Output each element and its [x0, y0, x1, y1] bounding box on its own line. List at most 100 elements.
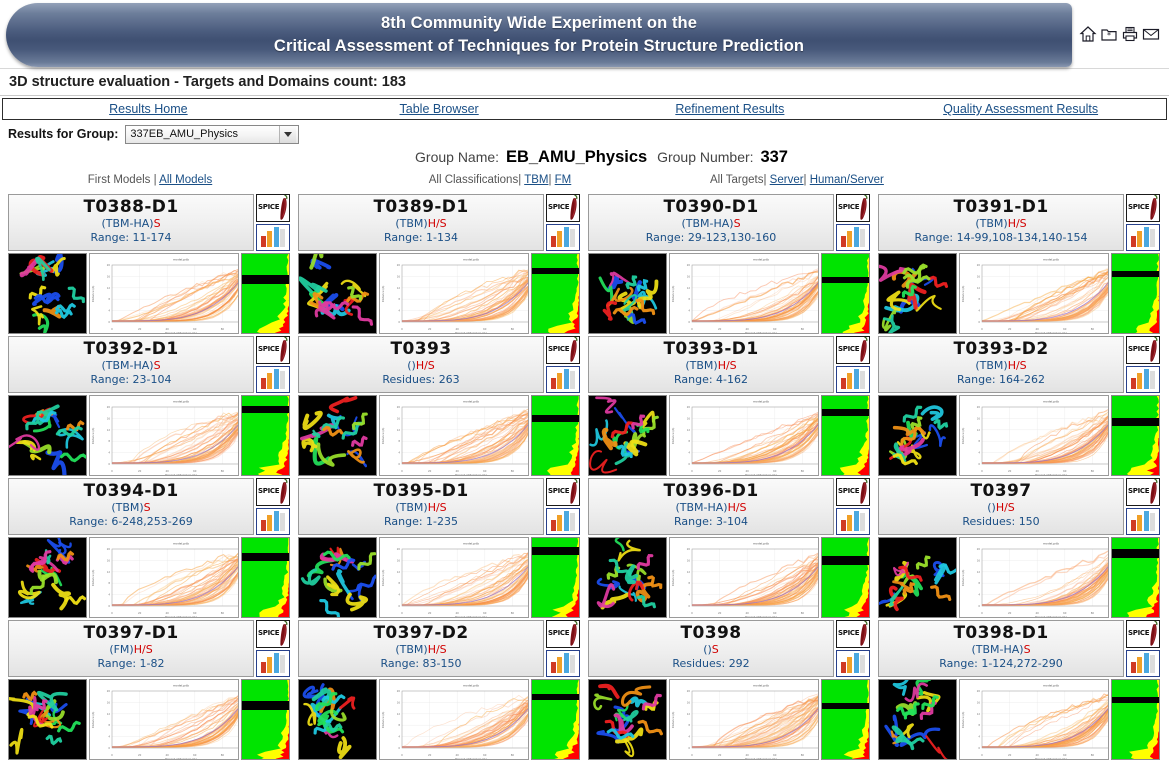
spice-viewer-icon[interactable]: SPICE — [256, 478, 290, 506]
filter-all-models-link[interactable]: All Models — [159, 174, 212, 186]
score-chart-icon[interactable] — [836, 508, 870, 535]
spice-viewer-icon[interactable]: SPICE — [836, 620, 870, 648]
distance-distribution-plot[interactable]: 002044086012801610020 model.pdb Percent … — [669, 679, 819, 760]
target-card-label[interactable]: T0397 ()H/S Residues: 150 — [878, 478, 1124, 535]
residue-accuracy-bar[interactable] — [821, 537, 870, 618]
target-card-label[interactable]: T0392-D1 (TBM-HA)S Range: 23-104 — [8, 336, 254, 393]
protein-structure-thumbnail[interactable] — [878, 395, 957, 476]
residue-accuracy-bar[interactable] — [821, 395, 870, 476]
score-chart-icon[interactable] — [256, 650, 290, 677]
target-card-label[interactable]: T0397-D2 (TBM)H/S Range: 83-150 — [298, 620, 544, 677]
residue-accuracy-bar[interactable] — [1111, 253, 1160, 334]
score-chart-icon[interactable] — [836, 224, 870, 251]
residue-accuracy-bar[interactable] — [531, 537, 580, 618]
nav-link-results-home[interactable]: Results Home — [109, 102, 188, 116]
spice-viewer-icon[interactable]: SPICE — [1126, 620, 1160, 648]
distance-distribution-plot[interactable]: 002044086012801610020 model.pdb Percent … — [379, 253, 529, 334]
target-card-label[interactable]: T0398 ()S Residues: 292 — [588, 620, 834, 677]
target-card-label[interactable]: T0393-D2 (TBM)H/S Range: 164-262 — [878, 336, 1124, 393]
score-chart-icon[interactable] — [836, 366, 870, 393]
spice-viewer-icon[interactable]: SPICE — [1126, 336, 1160, 364]
spice-viewer-icon[interactable]: SPICE — [836, 194, 870, 222]
score-chart-icon[interactable] — [1126, 650, 1160, 677]
score-chart-icon[interactable] — [546, 650, 580, 677]
protein-structure-thumbnail[interactable] — [878, 253, 957, 334]
target-card-label[interactable]: T0393-D1 (TBM)H/S Range: 4-162 — [588, 336, 834, 393]
group-select[interactable]: 337EB_AMU_Physics — [125, 124, 300, 144]
target-card-label[interactable]: T0391-D1 (TBM)H/S Range: 14-99,108-134,1… — [878, 194, 1124, 251]
nav-item-results-home[interactable]: Results Home — [3, 102, 294, 116]
spice-viewer-icon[interactable]: SPICE — [256, 336, 290, 364]
spice-viewer-icon[interactable]: SPICE — [546, 478, 580, 506]
nav-link-table-browser[interactable]: Table Browser — [400, 102, 479, 116]
spice-viewer-icon[interactable]: SPICE — [546, 336, 580, 364]
residue-accuracy-bar[interactable] — [241, 537, 290, 618]
distance-distribution-plot[interactable]: 002044086012801610020 model.pdb Percent … — [669, 395, 819, 476]
target-card-label[interactable]: T0388-D1 (TBM-HA)S Range: 11-174 — [8, 194, 254, 251]
protein-structure-thumbnail[interactable] — [298, 679, 377, 760]
distance-distribution-plot[interactable]: 002044086012801610020 model.pdb Percent … — [379, 537, 529, 618]
protein-structure-thumbnail[interactable] — [588, 679, 667, 760]
protein-structure-thumbnail[interactable] — [8, 679, 87, 760]
protein-structure-thumbnail[interactable] — [8, 537, 87, 618]
distance-distribution-plot[interactable]: 002044086012801610020 model.pdb Percent … — [959, 679, 1109, 760]
spice-viewer-icon[interactable]: SPICE — [546, 194, 580, 222]
protein-structure-thumbnail[interactable] — [298, 253, 377, 334]
filter-fm-link[interactable]: FM — [555, 174, 572, 186]
nav-item-table-browser[interactable]: Table Browser — [294, 102, 585, 116]
target-card-label[interactable]: T0390-D1 (TBM-HA)S Range: 29-123,130-160 — [588, 194, 834, 251]
new-folder-icon[interactable]: * — [1100, 25, 1118, 43]
spice-viewer-icon[interactable]: SPICE — [546, 620, 580, 648]
distance-distribution-plot[interactable]: 002044086012801610020 model.pdb Percent … — [959, 253, 1109, 334]
residue-accuracy-bar[interactable] — [241, 253, 290, 334]
score-chart-icon[interactable] — [1126, 224, 1160, 251]
protein-structure-thumbnail[interactable] — [588, 537, 667, 618]
residue-accuracy-bar[interactable] — [1111, 395, 1160, 476]
nav-link-quality-assessment-results[interactable]: Quality Assessment Results — [943, 102, 1098, 116]
protein-structure-thumbnail[interactable] — [588, 253, 667, 334]
spice-viewer-icon[interactable]: SPICE — [836, 336, 870, 364]
distance-distribution-plot[interactable]: 002044086012801610020 model.pdb Percent … — [379, 395, 529, 476]
score-chart-icon[interactable] — [546, 508, 580, 535]
residue-accuracy-bar[interactable] — [531, 679, 580, 760]
spice-viewer-icon[interactable]: SPICE — [836, 478, 870, 506]
target-card-label[interactable]: T0389-D1 (TBM)H/S Range: 1-134 — [298, 194, 544, 251]
residue-accuracy-bar[interactable] — [1111, 537, 1160, 618]
filter-server-link[interactable]: Server — [770, 174, 804, 186]
score-chart-icon[interactable] — [256, 366, 290, 393]
distance-distribution-plot[interactable]: 002044086012801610020 model.pdb Percent … — [379, 679, 529, 760]
protein-structure-thumbnail[interactable] — [298, 537, 377, 618]
distance-distribution-plot[interactable]: 002044086012801610020 model.pdb Percent … — [89, 253, 239, 334]
target-card-label[interactable]: T0398-D1 (TBM-HA)S Range: 1-124,272-290 — [878, 620, 1124, 677]
target-card-label[interactable]: T0393 ()H/S Residues: 263 — [298, 336, 544, 393]
spice-viewer-icon[interactable]: SPICE — [256, 620, 290, 648]
score-chart-icon[interactable] — [256, 508, 290, 535]
residue-accuracy-bar[interactable] — [531, 395, 580, 476]
residue-accuracy-bar[interactable] — [821, 679, 870, 760]
filter-human-server-link[interactable]: Human/Server — [810, 174, 884, 186]
protein-structure-thumbnail[interactable] — [588, 395, 667, 476]
protein-structure-thumbnail[interactable] — [8, 395, 87, 476]
home-icon[interactable] — [1079, 25, 1097, 43]
protein-structure-thumbnail[interactable] — [8, 253, 87, 334]
print-icon[interactable] — [1121, 25, 1139, 43]
spice-viewer-icon[interactable]: SPICE — [1126, 478, 1160, 506]
distance-distribution-plot[interactable]: 002044086012801610020 model.pdb Percent … — [89, 679, 239, 760]
spice-viewer-icon[interactable]: SPICE — [256, 194, 290, 222]
target-card-label[interactable]: T0394-D1 (TBM)S Range: 6-248,253-269 — [8, 478, 254, 535]
target-card-label[interactable]: T0395-D1 (TBM)H/S Range: 1-235 — [298, 478, 544, 535]
residue-accuracy-bar[interactable] — [241, 679, 290, 760]
nav-item-quality-assessment-results[interactable]: Quality Assessment Results — [875, 102, 1166, 116]
distance-distribution-plot[interactable]: 002044086012801610020 model.pdb Percent … — [959, 537, 1109, 618]
score-chart-icon[interactable] — [1126, 366, 1160, 393]
mail-icon[interactable] — [1142, 25, 1160, 43]
protein-structure-thumbnail[interactable] — [298, 395, 377, 476]
score-chart-icon[interactable] — [1126, 508, 1160, 535]
score-chart-icon[interactable] — [836, 650, 870, 677]
distance-distribution-plot[interactable]: 002044086012801610020 model.pdb Percent … — [959, 395, 1109, 476]
nav-link-refinement-results[interactable]: Refinement Results — [675, 102, 784, 116]
nav-item-refinement-results[interactable]: Refinement Results — [585, 102, 876, 116]
residue-accuracy-bar[interactable] — [531, 253, 580, 334]
protein-structure-thumbnail[interactable] — [878, 679, 957, 760]
chevron-down-icon[interactable] — [279, 125, 297, 143]
